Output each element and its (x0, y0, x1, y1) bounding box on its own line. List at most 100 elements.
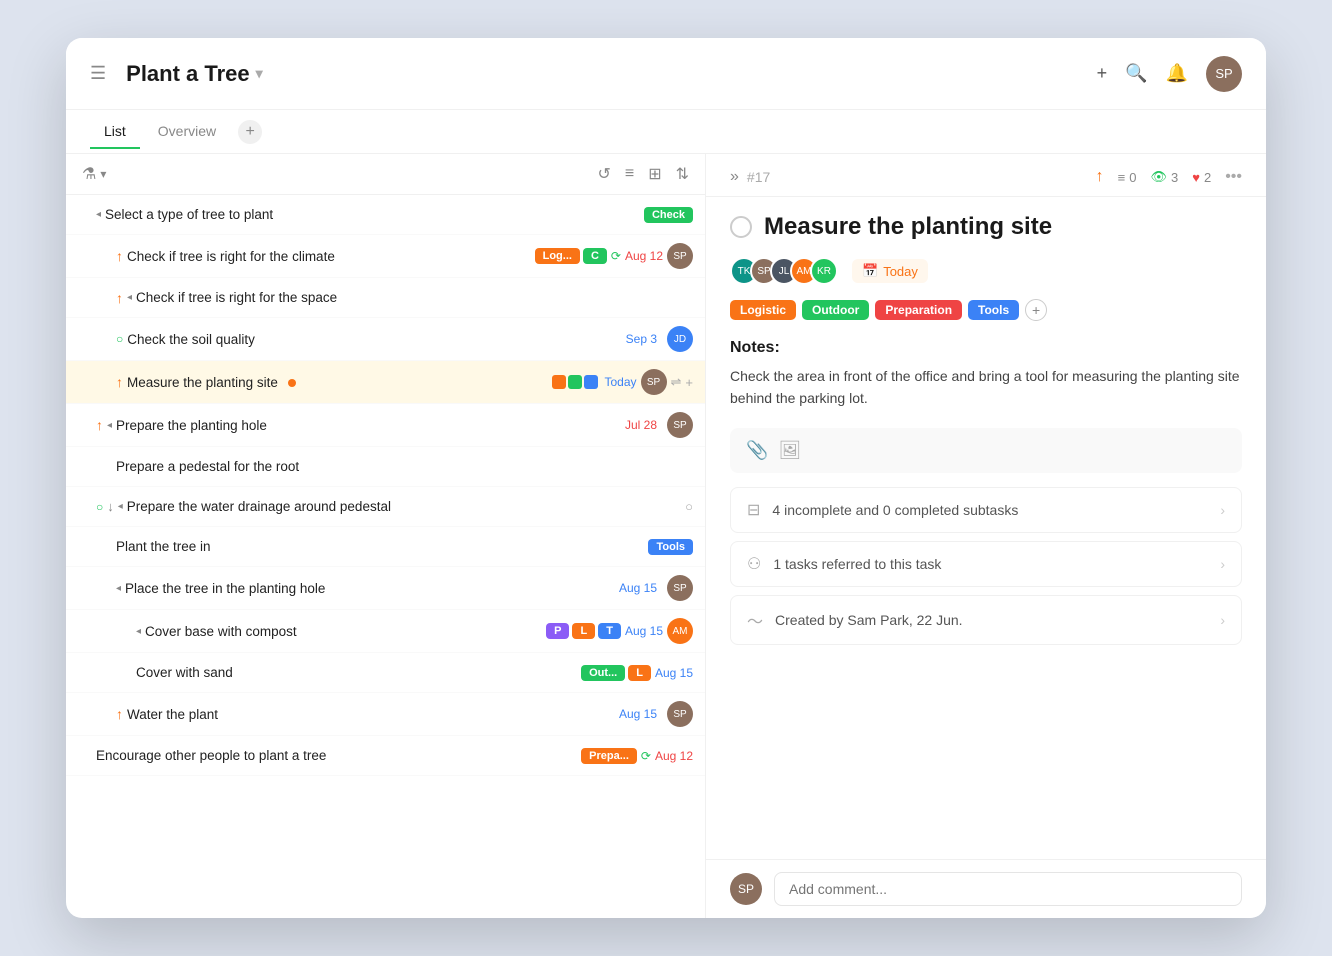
task-row[interactable]: ↑ Check if tree is right for the climate… (66, 235, 705, 278)
grid-view-icon[interactable]: ⊞ (648, 164, 661, 184)
priority-circle-icon: ○ (116, 332, 123, 346)
main-content: ⚗ ▾ ↺ ≡ ⊞ ⇅ ◂ Select a type of tree to p… (66, 154, 1266, 918)
task-name: Prepare a pedestal for the root (116, 459, 693, 474)
task-row[interactable]: Cover with sand Out... L Aug 15 (66, 653, 705, 693)
toolbar: ⚗ ▾ ↺ ≡ ⊞ ⇅ (66, 154, 705, 195)
hamburger-icon[interactable]: ☰ (90, 63, 106, 84)
detail-nav-icon[interactable]: » (730, 168, 739, 186)
task-name: Encourage other people to plant a tree (96, 748, 581, 763)
expand-icon[interactable]: ◂ (116, 583, 121, 594)
task-name: Water the plant (127, 707, 619, 722)
task-avatar: SP (667, 412, 693, 438)
task-name: Place the tree in the planting hole (125, 581, 619, 596)
filter-chevron-icon[interactable]: ▾ (100, 167, 106, 181)
tag-add-button[interactable]: + (1025, 299, 1047, 321)
meta-avatars: TK SP JL AM KR (730, 257, 830, 285)
tag-outdoor[interactable]: Outdoor (802, 300, 869, 320)
task-date: Aug 12 (625, 249, 663, 263)
task-row[interactable]: ↑ ◂ Prepare the planting hole Jul 28 SP (66, 404, 705, 447)
task-tags: Log... C (535, 248, 607, 264)
priority-up-icon: ↑ (96, 417, 103, 433)
image-icon: 🖼 (778, 440, 801, 461)
calendar-icon: 📅 (862, 263, 878, 279)
tab-overview[interactable]: Overview (144, 115, 230, 149)
refresh-icon[interactable]: ↺ (597, 164, 610, 184)
task-checkbox[interactable] (730, 216, 752, 238)
expand-icon[interactable]: ◂ (118, 501, 123, 512)
list-view-icon[interactable]: ≡ (625, 165, 634, 183)
task-date: Aug 15 (619, 581, 657, 595)
watch-stat: 👁 3 (1150, 169, 1178, 185)
created-section[interactable]: 〜 Created by Sam Park, 22 Jun. › (730, 595, 1242, 645)
sort-icon[interactable]: ⇅ (676, 164, 689, 184)
tab-list[interactable]: List (90, 115, 140, 149)
task-name: Prepare the water drainage around pedest… (127, 499, 679, 514)
adjust-icon[interactable]: ⇌ (671, 374, 682, 390)
chevron-down-icon[interactable]: ▾ (256, 65, 263, 82)
task-avatar: SP (667, 575, 693, 601)
created-chevron-icon: › (1220, 612, 1225, 628)
comment-count: 0 (1129, 170, 1136, 185)
detail-footer: SP (706, 859, 1266, 918)
priority-up-icon: ↑ (116, 706, 123, 722)
detail-header-actions: ↑ ≡ 0 👁 3 ♥ 2 ••• (1096, 168, 1242, 186)
priority-up-icon: ↑ (116, 374, 123, 390)
task-avatar: SP (667, 701, 693, 727)
task-list-panel: ⚗ ▾ ↺ ≡ ⊞ ⇅ ◂ Select a type of tree to p… (66, 154, 706, 918)
meta-due-date[interactable]: 📅 Today (852, 259, 928, 283)
referred-section[interactable]: ⚇ 1 tasks referred to this task › (730, 541, 1242, 587)
expand-icon[interactable]: ◂ (96, 209, 101, 220)
task-row[interactable]: ◂ Cover base with compost P L T Aug 15 A… (66, 610, 705, 653)
task-row[interactable]: ◂ Place the tree in the planting hole Au… (66, 567, 705, 610)
user-avatar[interactable]: SP (1206, 56, 1242, 92)
row-add-icon[interactable]: + (685, 375, 693, 390)
task-meta: TK SP JL AM KR 📅 Today (730, 257, 1242, 285)
app-window: ☰ Plant a Tree ▾ + 🔍 🔔 SP List Overview … (66, 38, 1266, 918)
subtasks-chevron-icon: › (1220, 502, 1225, 518)
search-icon[interactable]: 🔍 (1125, 63, 1147, 84)
subtasks-section[interactable]: ⊟ 4 incomplete and 0 completed subtasks … (730, 487, 1242, 533)
task-row[interactable]: ↑ Measure the planting site Today SP ⇌ + (66, 361, 705, 404)
project-name: Plant a Tree (126, 61, 250, 87)
task-avatar: AM (667, 618, 693, 644)
filter-icon[interactable]: ⚗ (82, 164, 96, 184)
priority-up-icon: ↑ (116, 290, 123, 306)
task-row[interactable]: Encourage other people to plant a tree P… (66, 736, 705, 776)
comment-input[interactable] (774, 872, 1242, 906)
header-actions: + 🔍 🔔 SP (1097, 56, 1242, 92)
due-date-label: Today (883, 264, 918, 279)
toolbar-right: ↺ ≡ ⊞ ⇅ (597, 164, 689, 184)
task-avatar: SP (641, 369, 667, 395)
tag-preparation[interactable]: Preparation (875, 300, 962, 320)
task-date: Aug 15 (625, 624, 663, 638)
expand-icon[interactable]: ◂ (136, 626, 141, 637)
task-row[interactable]: ◂ Select a type of tree to plant Check (66, 195, 705, 235)
detail-tags: Logistic Outdoor Preparation Tools + (730, 299, 1242, 321)
task-name: Check if tree is right for the space (136, 290, 693, 305)
task-row[interactable]: ○ Check the soil quality Sep 3 JD (66, 318, 705, 361)
header: ☰ Plant a Tree ▾ + 🔍 🔔 SP (66, 38, 1266, 110)
attachments-row[interactable]: 📎 🖼 (730, 428, 1242, 473)
tag-tools[interactable]: Tools (968, 300, 1019, 320)
more-icon[interactable]: ••• (1225, 168, 1242, 186)
tag-logistic[interactable]: Logistic (730, 300, 796, 320)
task-tag: Out... (581, 665, 625, 681)
toolbar-left: ⚗ ▾ (82, 164, 106, 184)
task-tag: L (572, 623, 595, 639)
add-icon[interactable]: + (1097, 63, 1108, 84)
task-row[interactable]: ↑ Water the plant Aug 15 SP (66, 693, 705, 736)
tab-add-button[interactable]: + (238, 120, 262, 144)
expand-icon[interactable]: ◂ (127, 292, 132, 303)
task-row[interactable]: ↑ ◂ Check if tree is right for the space (66, 278, 705, 318)
expand-icon[interactable]: ◂ (107, 420, 112, 431)
detail-task-id: #17 (747, 169, 770, 185)
link-icon: ⚇ (747, 554, 761, 574)
row-actions: ⇌ + (671, 374, 694, 390)
tabs-bar: List Overview + (66, 110, 1266, 154)
task-row[interactable]: ○ ↓ ◂ Prepare the water drainage around … (66, 487, 705, 527)
task-name: Plant the tree in (116, 539, 648, 554)
bell-icon[interactable]: 🔔 (1166, 63, 1188, 84)
task-row[interactable]: Plant the tree in Tools (66, 527, 705, 567)
task-avatar: JD (667, 326, 693, 352)
task-row[interactable]: Prepare a pedestal for the root (66, 447, 705, 487)
